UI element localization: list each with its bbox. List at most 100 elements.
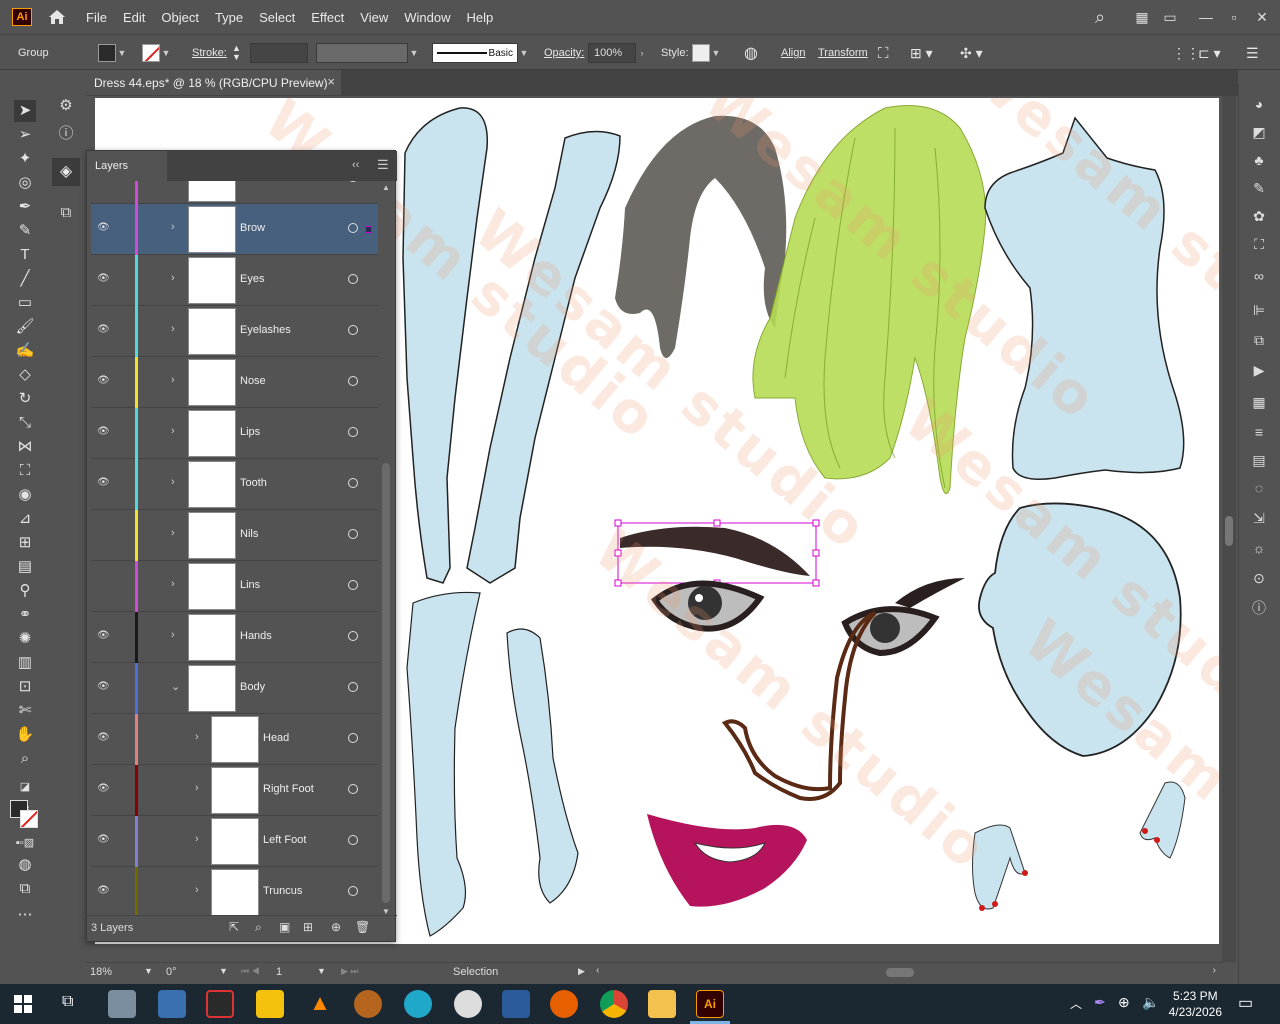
swatches-icon[interactable]: ♣	[1249, 150, 1269, 170]
visibility-eye-icon[interactable]: 👁	[97, 783, 110, 795]
target-circle-icon[interactable]	[348, 886, 358, 896]
canvas-horizontal-scroll-thumb[interactable]	[886, 968, 914, 977]
target-circle-icon[interactable]	[348, 325, 358, 335]
layer-row-truncus[interactable]: 👁 › Truncus	[91, 867, 378, 916]
blend-tool-icon[interactable]: ⚭	[14, 604, 36, 626]
align-link[interactable]: Align	[781, 35, 805, 71]
panel-menu-icon[interactable]: ☰	[377, 157, 389, 173]
curvature-tool-icon[interactable]: ✎	[14, 220, 36, 242]
locate-object-icon[interactable]: ⌕	[255, 920, 262, 935]
arrange-icon[interactable]: ⊞ ▾	[910, 35, 933, 71]
expand-chevron-icon[interactable]: ›	[171, 181, 175, 182]
paintbrush-tool-icon[interactable]: 🖌	[14, 316, 36, 338]
perspective-grid-tool-icon[interactable]: ⊿	[14, 508, 36, 530]
taskbar-app-7-icon[interactable]	[404, 990, 432, 1018]
edit-toolbar-icon[interactable]: ⋯	[14, 904, 36, 926]
stroke-label[interactable]: Stroke:	[192, 35, 227, 71]
clipping-mask-icon[interactable]: ▣	[279, 920, 290, 934]
close-icon[interactable]: ✕	[1248, 9, 1276, 26]
scale-tool-icon[interactable]: ⤡	[14, 412, 36, 434]
layer-row-nils[interactable]: › Nils	[91, 510, 378, 561]
expand-chevron-icon[interactable]: ›	[171, 323, 175, 335]
asset-export-icon[interactable]: ⇲	[1249, 508, 1269, 528]
stroke-dropdown-icon[interactable]: ▼	[160, 48, 172, 58]
layer-name[interactable]: Truncus	[263, 885, 302, 897]
expand-chevron-icon[interactable]: ›	[195, 884, 199, 896]
variable-width-field[interactable]	[316, 43, 408, 63]
expand-chevron-icon[interactable]: ›	[171, 425, 175, 437]
layer-name[interactable]: Head	[263, 732, 289, 744]
stroke-panel-icon[interactable]: ≡	[1249, 422, 1269, 442]
task-view-icon[interactable]: ⧉	[62, 993, 73, 1011]
artboard-number-field[interactable]: 1	[276, 966, 306, 978]
graphic-styles-icon[interactable]: ▦	[1249, 392, 1269, 412]
direct-selection-tool-icon[interactable]: ➢	[14, 124, 36, 146]
taskbar-app-9-icon[interactable]	[502, 990, 530, 1018]
color-guide-icon[interactable]: ◩	[1249, 122, 1269, 142]
expand-chevron-icon[interactable]: ›	[171, 527, 175, 539]
new-sublayer-icon[interactable]: ⊞	[303, 920, 313, 934]
artboard-tool-icon[interactable]: ⊡	[14, 676, 36, 698]
zoom-field[interactable]: 18%	[90, 966, 150, 978]
expand-chevron-icon[interactable]: ›	[171, 374, 175, 386]
visibility-eye-icon[interactable]: 👁	[97, 375, 110, 387]
selection-tool-icon[interactable]: ➤	[14, 100, 36, 122]
menu-type[interactable]: Type	[215, 10, 243, 25]
line-tool-icon[interactable]: ╱	[14, 268, 36, 290]
expand-chevron-icon[interactable]: ›	[171, 272, 175, 284]
layer-row-nose[interactable]: 👁 › Nose	[91, 357, 378, 408]
color-panel-icon[interactable]: ◕	[1249, 94, 1269, 114]
slice-tool-icon[interactable]: ✄	[14, 700, 36, 722]
menu-select[interactable]: Select	[259, 10, 295, 25]
artboards-panel-icon[interactable]: ⧉	[56, 204, 76, 224]
default-colors-icon[interactable]: ◪ ⇆	[14, 776, 36, 815]
layers-scrollbar[interactable]: ▲ ▼	[380, 183, 392, 916]
visibility-eye-icon[interactable]: 👁	[97, 477, 110, 489]
taskbar-app-8-icon[interactable]	[454, 990, 482, 1018]
menu-view[interactable]: View	[360, 10, 388, 25]
layer-row-eyelashes[interactable]: 👁 › Eyelashes	[91, 306, 378, 357]
expand-chevron-icon[interactable]: ›	[171, 476, 175, 488]
target-circle-icon[interactable]	[348, 529, 358, 539]
expand-chevron-icon[interactable]: ⌄	[171, 680, 180, 693]
start-button-icon[interactable]	[14, 995, 32, 1013]
taskbar-firefox-icon[interactable]	[550, 990, 578, 1018]
rotation-field[interactable]: 0°	[166, 966, 226, 978]
menu-help[interactable]: Help	[466, 10, 493, 25]
layer-name[interactable]: Lins	[240, 579, 260, 591]
layer-row-hair[interactable]: › Hair	[91, 181, 378, 204]
transparency-icon[interactable]: ◌	[1249, 478, 1269, 498]
isolate-group-icon[interactable]: ⛶	[878, 35, 889, 71]
target-circle-icon[interactable]	[348, 733, 358, 743]
layer-row-lips[interactable]: 👁 › Lips	[91, 408, 378, 459]
target-circle-icon[interactable]	[348, 784, 358, 794]
navigator-icon[interactable]: ⊙	[1249, 568, 1269, 588]
taskbar-chrome-icon[interactable]	[600, 990, 628, 1018]
home-icon[interactable]	[46, 6, 68, 28]
rectangle-tool-icon[interactable]: ▭	[14, 292, 36, 314]
layer-name[interactable]: Body	[240, 681, 265, 693]
visibility-eye-icon[interactable]: 👁	[97, 222, 110, 234]
gradient-panel-icon[interactable]: ▤	[1249, 450, 1269, 470]
target-circle-icon[interactable]	[348, 478, 358, 488]
notifications-icon[interactable]: ▭	[1238, 993, 1253, 1013]
visibility-eye-icon[interactable]: 👁	[97, 426, 110, 438]
taskbar-app-1-icon[interactable]	[108, 990, 136, 1018]
type-tool-icon[interactable]: T	[14, 244, 36, 266]
symbols-icon[interactable]: ✿	[1249, 206, 1269, 226]
visibility-eye-icon[interactable]: 👁	[97, 732, 110, 744]
maximize-icon[interactable]: ▫	[1220, 9, 1248, 25]
menu-effect[interactable]: Effect	[311, 10, 344, 25]
menu-object[interactable]: Object	[161, 10, 199, 25]
distribute-icon[interactable]: ⋮⋮	[1172, 35, 1200, 71]
next-artboard-icon[interactable]: ▶ ⏭	[341, 966, 359, 977]
expand-chevron-icon[interactable]: ›	[195, 731, 199, 743]
visibility-eye-icon[interactable]: 👁	[97, 630, 110, 642]
fill-dropdown-icon[interactable]: ▼	[116, 48, 128, 58]
layer-row-lins[interactable]: › Lins	[91, 561, 378, 612]
layer-name[interactable]: Nils	[240, 528, 258, 540]
profile-dropdown-icon[interactable]: ▼	[408, 48, 420, 58]
rotation-dropdown-icon[interactable]: ▼	[219, 966, 228, 976]
taskbar-player-icon[interactable]	[256, 990, 284, 1018]
layer-name[interactable]: Tooth	[240, 477, 267, 489]
